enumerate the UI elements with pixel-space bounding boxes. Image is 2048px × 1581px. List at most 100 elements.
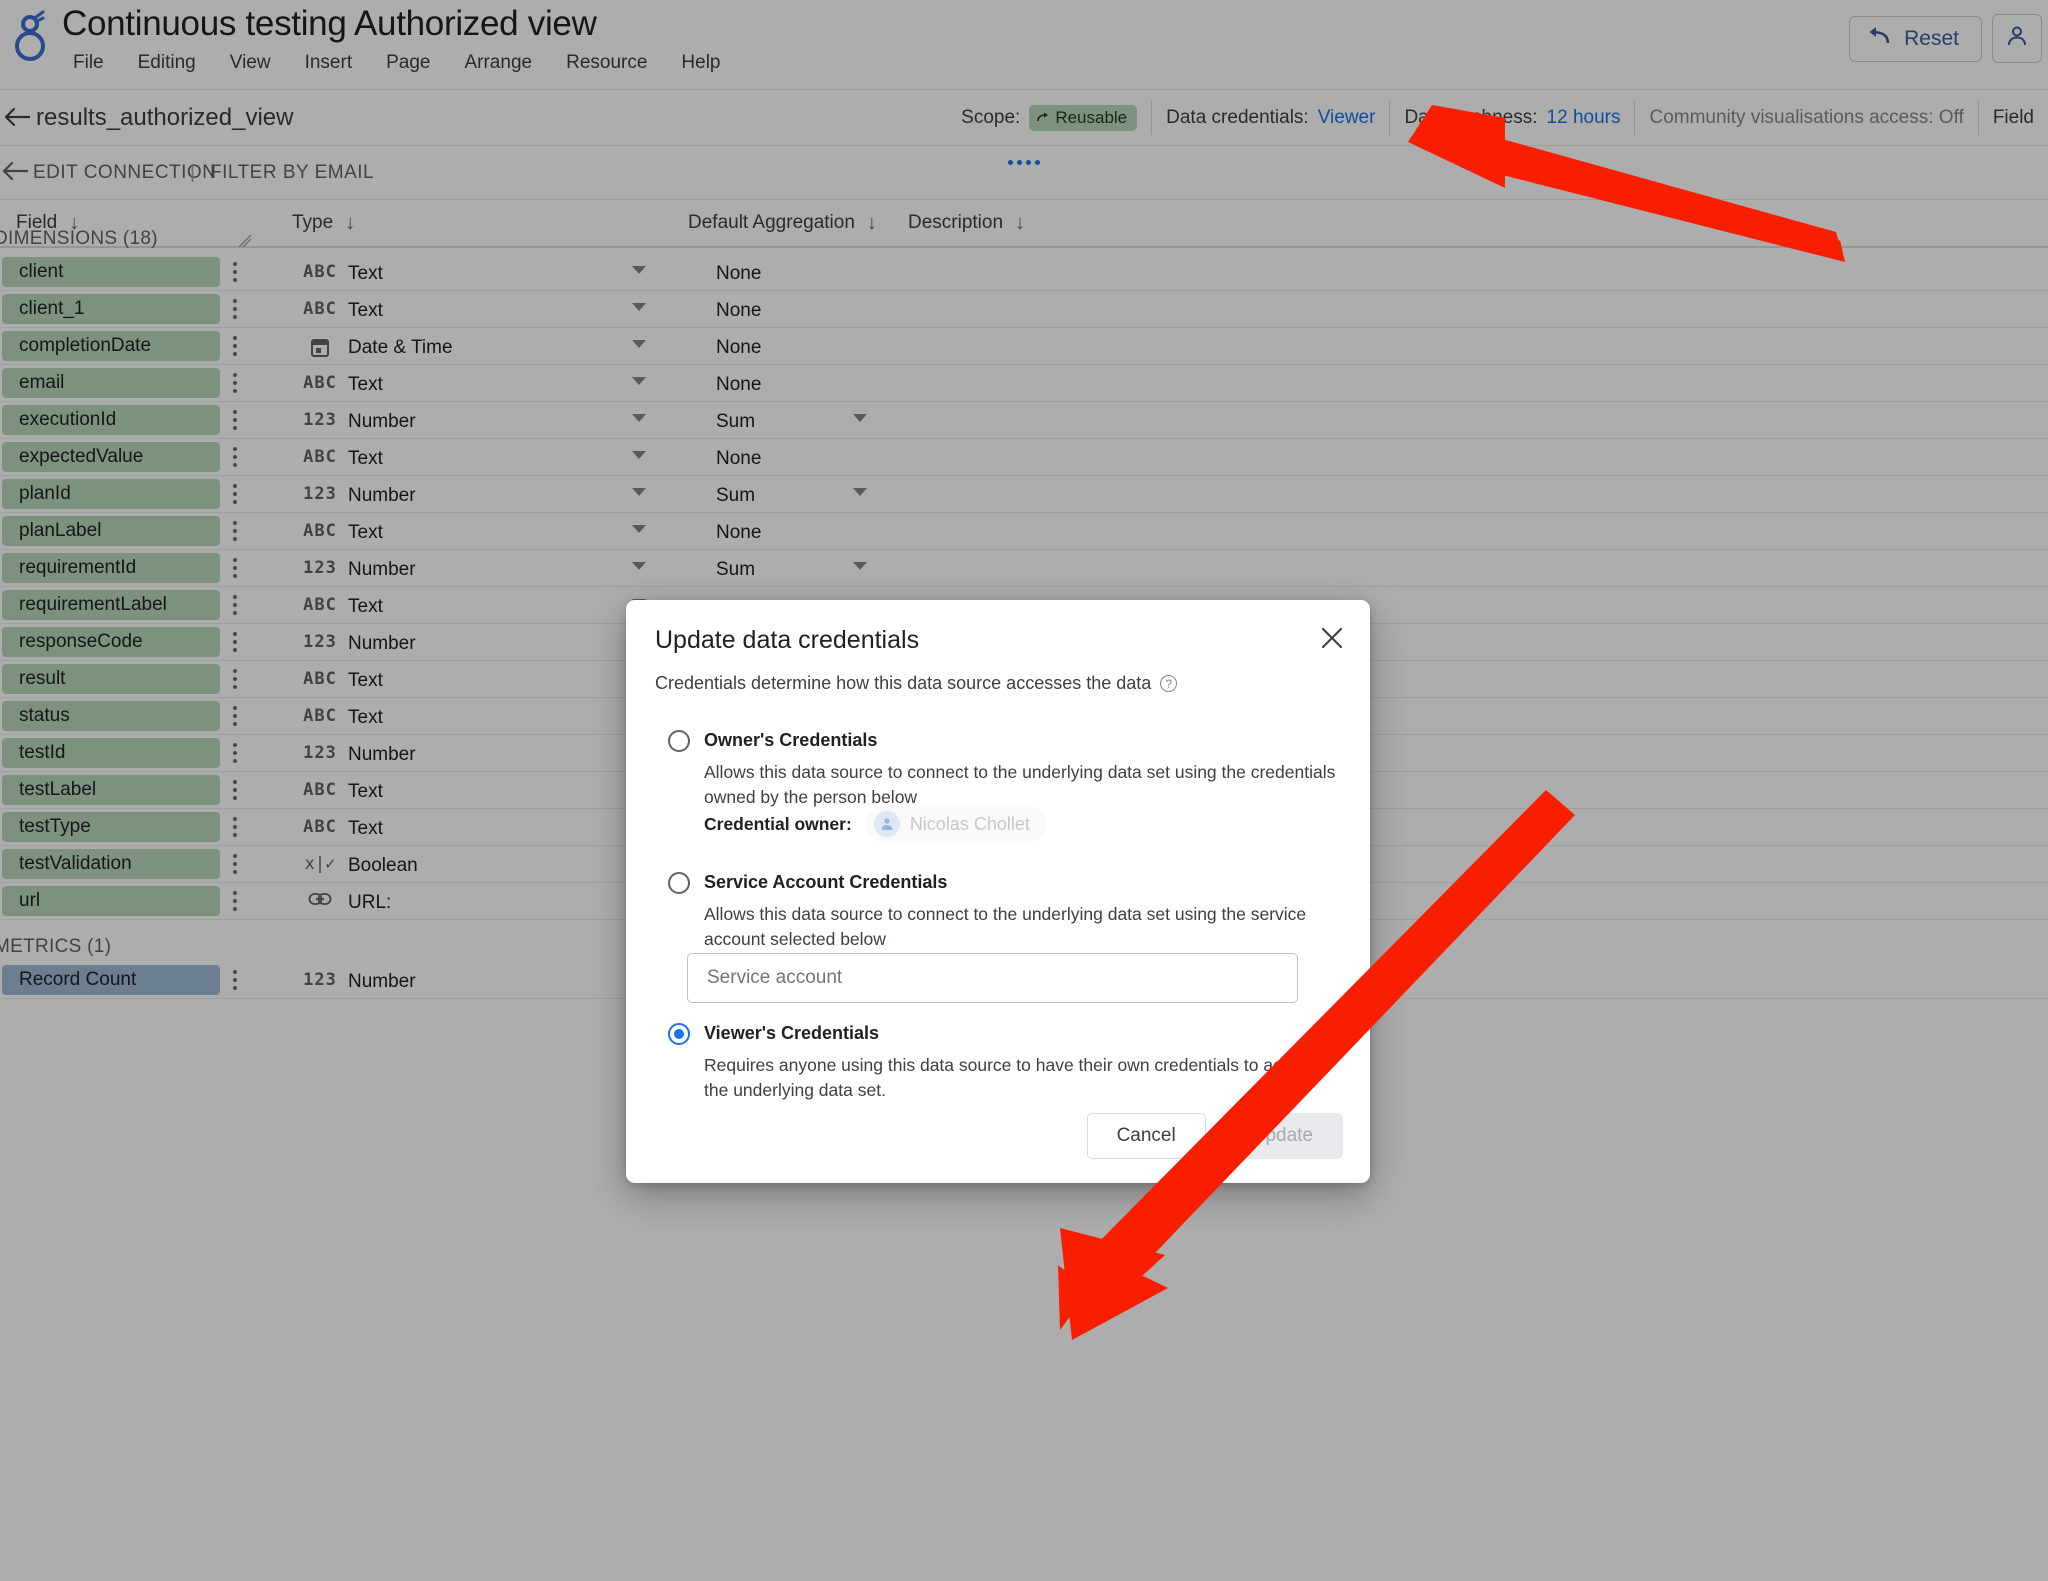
- credential-owner-chip[interactable]: Nicolas Chollet: [865, 806, 1046, 842]
- menu-item-insert[interactable]: Insert: [288, 50, 370, 76]
- field-type-label[interactable]: Text: [348, 522, 383, 544]
- scope-meta[interactable]: Scope: Reusable: [947, 101, 1153, 135]
- field-name-chip[interactable]: testValidation: [2, 849, 220, 879]
- more-options-icon[interactable]: [233, 447, 237, 467]
- menu-item-page[interactable]: Page: [369, 50, 447, 76]
- more-options-icon[interactable]: [233, 299, 237, 319]
- account-button[interactable]: [1992, 14, 2042, 63]
- field-name-chip[interactable]: testType: [2, 812, 220, 842]
- data-source-name[interactable]: results_authorized_view: [36, 104, 293, 132]
- menu-item-resource[interactable]: Resource: [549, 50, 664, 76]
- field-type-label[interactable]: Number: [348, 744, 416, 766]
- more-options-icon[interactable]: [233, 706, 237, 726]
- field-type-label[interactable]: Number: [348, 971, 416, 993]
- more-options-icon[interactable]: [233, 817, 237, 837]
- table-row[interactable]: expectedValue ABC Text None: [0, 439, 2048, 476]
- help-circle-icon[interactable]: ?: [1160, 675, 1178, 692]
- field-name-chip[interactable]: email: [2, 368, 220, 398]
- more-options-icon[interactable]: [233, 669, 237, 689]
- field-aggregation-label[interactable]: Sum: [716, 559, 755, 581]
- field-meta[interactable]: Field: [1979, 101, 2048, 135]
- field-name-chip[interactable]: planLabel: [2, 516, 220, 546]
- field-type-label[interactable]: Text: [348, 300, 383, 322]
- type-chevron-down-icon[interactable]: [632, 266, 646, 274]
- table-row[interactable]: client_1 ABC Text None: [0, 291, 2048, 328]
- column-header-default-aggregation[interactable]: Default Aggregation ↓: [688, 212, 877, 234]
- field-type-label[interactable]: Text: [348, 263, 383, 285]
- column-header-description[interactable]: Description ↓: [908, 212, 1025, 234]
- more-options-icon[interactable]: [233, 595, 237, 615]
- scope-badge[interactable]: Reusable: [1029, 105, 1138, 131]
- type-chevron-down-icon[interactable]: [632, 414, 646, 422]
- data-credentials-value-link[interactable]: Viewer: [1318, 107, 1376, 129]
- type-chevron-down-icon[interactable]: [632, 562, 646, 570]
- community-visualisations-meta[interactable]: Community visualisations access: Off: [1635, 101, 1979, 135]
- drag-handle[interactable]: [1008, 160, 1040, 165]
- field-name-chip[interactable]: completionDate: [2, 331, 220, 361]
- column-header-type[interactable]: Type ↓: [292, 212, 355, 234]
- field-type-label[interactable]: Number: [348, 485, 416, 507]
- type-chevron-down-icon[interactable]: [632, 488, 646, 496]
- sort-down-arrow-icon[interactable]: ↓: [345, 213, 355, 233]
- field-type-label[interactable]: Text: [348, 781, 383, 803]
- field-type-label[interactable]: Date & Time: [348, 337, 453, 359]
- field-aggregation-label[interactable]: None: [716, 300, 761, 322]
- radio-service-account-credentials[interactable]: [668, 872, 690, 894]
- more-options-icon[interactable]: [233, 970, 237, 990]
- field-name-chip[interactable]: responseCode: [2, 627, 220, 657]
- more-options-icon[interactable]: [233, 262, 237, 282]
- more-options-icon[interactable]: [233, 743, 237, 763]
- field-name-chip[interactable]: client: [2, 257, 220, 287]
- column-resize-handle-icon[interactable]: [238, 234, 252, 248]
- field-aggregation-label[interactable]: None: [716, 448, 761, 470]
- field-type-label[interactable]: Text: [348, 670, 383, 692]
- field-aggregation-label[interactable]: None: [716, 522, 761, 544]
- connection-back-arrow-icon[interactable]: [0, 156, 32, 191]
- sort-down-arrow-icon[interactable]: ↓: [1015, 213, 1025, 233]
- field-name-chip[interactable]: executionId: [2, 405, 220, 435]
- table-row[interactable]: email ABC Text None: [0, 365, 2048, 402]
- field-aggregation-label[interactable]: None: [716, 263, 761, 285]
- data-freshness-value-link[interactable]: 12 hours: [1547, 107, 1621, 129]
- aggregation-chevron-down-icon[interactable]: [853, 488, 867, 496]
- more-options-icon[interactable]: [233, 632, 237, 652]
- data-freshness-meta[interactable]: Data freshness: 12 hours: [1390, 101, 1636, 135]
- table-row[interactable]: executionId 123 Number Sum: [0, 402, 2048, 439]
- table-row[interactable]: client ABC Text None: [0, 254, 2048, 291]
- more-options-icon[interactable]: [233, 558, 237, 578]
- document-title[interactable]: Continuous testing Authorized view: [62, 4, 597, 44]
- field-aggregation-label[interactable]: Sum: [716, 411, 755, 433]
- menu-item-file[interactable]: File: [56, 50, 121, 76]
- field-type-label[interactable]: Text: [348, 448, 383, 470]
- menu-item-help[interactable]: Help: [664, 50, 737, 76]
- field-type-label[interactable]: Text: [348, 374, 383, 396]
- more-options-icon[interactable]: [233, 484, 237, 504]
- type-chevron-down-icon[interactable]: [632, 340, 646, 348]
- field-name-chip[interactable]: result: [2, 664, 220, 694]
- back-arrow-icon[interactable]: [2, 102, 34, 137]
- edit-connection-button[interactable]: EDIT CONNECTION: [33, 162, 216, 184]
- field-type-label[interactable]: Text: [348, 596, 383, 618]
- field-aggregation-label[interactable]: Sum: [716, 485, 755, 507]
- field-type-label[interactable]: Number: [348, 559, 416, 581]
- menu-item-editing[interactable]: Editing: [121, 50, 213, 76]
- field-aggregation-label[interactable]: None: [716, 337, 761, 359]
- field-name-chip[interactable]: planId: [2, 479, 220, 509]
- more-options-icon[interactable]: [233, 521, 237, 541]
- more-options-icon[interactable]: [233, 854, 237, 874]
- table-row[interactable]: requirementId 123 Number Sum: [0, 550, 2048, 587]
- cancel-button[interactable]: Cancel: [1086, 1113, 1206, 1159]
- field-name-chip[interactable]: requirementLabel: [2, 590, 220, 620]
- field-name-chip[interactable]: testId: [2, 738, 220, 768]
- table-row[interactable]: planLabel ABC Text None: [0, 513, 2048, 550]
- more-options-icon[interactable]: [233, 410, 237, 430]
- data-credentials-meta[interactable]: Data credentials: Viewer: [1152, 101, 1391, 135]
- field-name-chip[interactable]: client_1: [2, 294, 220, 324]
- field-name-chip[interactable]: url: [2, 886, 220, 916]
- type-chevron-down-icon[interactable]: [632, 303, 646, 311]
- field-name-chip[interactable]: expectedValue: [2, 442, 220, 472]
- aggregation-chevron-down-icon[interactable]: [853, 562, 867, 570]
- field-name-chip[interactable]: testLabel: [2, 775, 220, 805]
- type-chevron-down-icon[interactable]: [632, 525, 646, 533]
- more-options-icon[interactable]: [233, 336, 237, 356]
